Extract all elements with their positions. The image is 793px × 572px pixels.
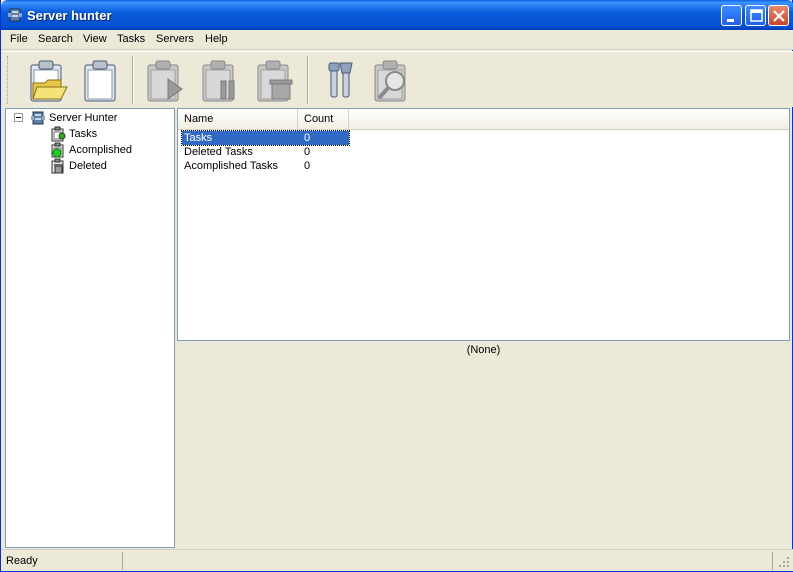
delete-task-icon [257,60,293,102]
status-text: Ready [3,552,123,570]
open-tasks-button[interactable] [27,57,71,103]
column-name-header[interactable]: Name [178,109,298,130]
menu-search[interactable]: Search [38,33,73,45]
menu-file[interactable]: File [10,33,28,45]
tree-item-deleted[interactable]: Deleted [50,158,107,174]
menu-bar: File Search View Tasks Servers Help [1,30,793,50]
row-count: 0 [304,132,311,144]
maximize-button[interactable] [745,5,766,26]
minimize-button[interactable] [721,5,742,26]
close-icon [773,10,785,22]
row-name: Deleted Tasks [184,146,253,158]
settings-button[interactable] [319,57,363,103]
menu-servers[interactable]: Servers [156,33,194,45]
search-task-icon [374,60,406,102]
row-count: 0 [304,146,311,158]
delete-task-button[interactable] [254,57,298,103]
list-row[interactable]: Tasks 0 [181,130,350,146]
list-row[interactable]: Acomplished Tasks 0 [182,159,349,173]
accomplished-clipboard-icon [51,142,64,158]
toolbar-grip[interactable] [7,56,10,104]
row-name: Acomplished Tasks [184,160,278,172]
tree-item-label: Tasks [69,128,98,140]
task-list-view[interactable]: Name Count Tasks 0 Deleted Tasks 0 Acomp… [177,108,790,341]
menu-help[interactable]: Help [205,33,228,45]
pause-task-icon [202,60,235,102]
row-name: Tasks [184,132,213,144]
window-title: Server hunter [27,8,112,23]
list-row[interactable]: Deleted Tasks 0 [182,145,349,159]
tree-view[interactable]: Server Hunter Tasks Acomplished Deleted [5,108,175,548]
minimize-icon [727,19,734,22]
title-bar[interactable]: Server hunter [1,0,793,30]
tree-item-acomplished[interactable]: Acomplished [50,142,132,158]
column-filler-header [349,109,789,130]
new-task-button[interactable] [81,57,125,103]
collapse-toggle[interactable] [14,113,23,122]
app-window: Server hunter File Search View Tasks Ser… [0,0,793,572]
row-count: 0 [304,160,311,172]
tools-icon [328,62,353,98]
close-button[interactable] [768,5,789,26]
menu-tasks[interactable]: Tasks [117,33,145,45]
deleted-clipboard-icon [51,158,64,174]
toolbar [1,51,793,107]
tree-item-tasks[interactable]: Tasks [50,126,97,142]
toolbar-separator [307,56,309,104]
detail-placeholder-label: (None) [466,344,501,356]
search-button[interactable] [371,57,415,103]
start-task-button[interactable] [144,57,188,103]
status-bar: Ready [1,549,793,571]
tasks-clipboard-icon [51,126,66,142]
server-hunter-icon [31,111,45,125]
maximize-icon [750,9,763,22]
tree-root-label: Server Hunter [49,112,118,124]
pause-task-button[interactable] [199,57,243,103]
open-clipboard-icon [30,60,68,102]
resize-grip-icon[interactable] [778,556,790,568]
tree-item-server-hunter[interactable]: Server Hunter [30,110,117,126]
tree-item-label: Deleted [69,160,107,172]
menu-view[interactable]: View [83,33,107,45]
new-clipboard-icon [84,60,116,102]
start-task-icon [147,60,183,102]
status-pane [125,552,773,570]
tree-item-label: Acomplished [69,144,132,156]
app-icon [8,8,22,22]
toolbar-separator [132,56,134,104]
list-header: Name Count [178,109,789,130]
column-count-header[interactable]: Count [298,109,349,130]
